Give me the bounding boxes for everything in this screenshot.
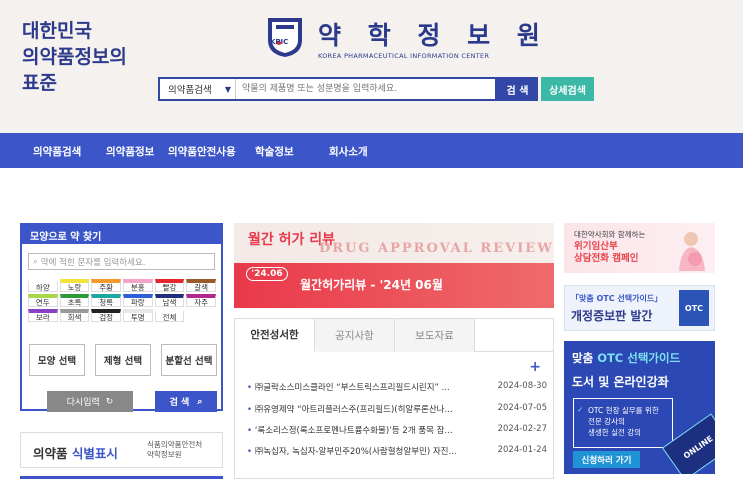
search-input[interactable] — [236, 79, 495, 99]
shape-search-panel: 모양으로 약 찾기 ⌕ 약에 적힌 문자를 입력하세요. 하양 노랑 주황 분홍 빨강 갈… — [20, 223, 223, 412]
shape-search-button[interactable]: 검 색 ⌕ — [155, 391, 217, 412]
search-icon: ⌕ — [33, 256, 38, 267]
list-item[interactable]: ㈜녹십자, 녹십자-알부민주20%(사람혈청알부민) 자진... 2024-01… — [247, 445, 547, 457]
shape-select-button[interactable]: 모양 선택 — [29, 344, 85, 376]
chevron-down-icon: ▼ — [224, 84, 231, 94]
header: 대한민국 의약품정보의 표준 KPIC 약 학 정 보 원 KOREA PHAR… — [0, 0, 743, 133]
list-item[interactable]: ‘록소리스정(록소프로펜나트륨수화물)’등 2개 품목 잠... 2024-02… — [247, 424, 547, 436]
review-date-badge: '24.06 — [246, 267, 288, 281]
color-option[interactable]: 자주 — [186, 294, 216, 307]
score-line-select-button[interactable]: 분할선 선택 — [161, 344, 217, 376]
otc-online-course-banner[interactable]: 맞춤 OTC 선택가이드 도서 및 온라인강좌 ✓ OTC 현장 실무를 위한 … — [564, 341, 715, 474]
color-option[interactable]: 분홍 — [122, 279, 153, 292]
review-ghost-text: DRUG APPROVAL REVIEW — [319, 241, 554, 256]
nav-academic[interactable]: 학술정보 — [255, 144, 294, 159]
color-option[interactable]: 연두 — [28, 294, 58, 307]
detail-search-button[interactable]: 상세검색 — [541, 77, 594, 101]
slogan: 대한민국 의약품정보의 표준 — [22, 20, 127, 94]
nav-drug-info[interactable]: 의약품정보 — [106, 144, 154, 159]
tab-press[interactable]: 보도자료 — [395, 319, 475, 352]
logo-subtitle: KOREA PHARMACEUTICAL INFORMATION CENTER — [318, 52, 490, 60]
color-option[interactable]: 파랑 — [122, 294, 153, 307]
search-bar: 의약품검색 ▼ — [158, 77, 497, 101]
color-option[interactable]: 회색 — [59, 309, 90, 322]
otc-guide-revision-banner[interactable]: 「맞춤 OTC 선택가이드」 개정증보판 발간 OTC — [564, 285, 715, 331]
color-option[interactable]: 청록 — [91, 294, 121, 307]
color-option[interactable]: 검정 — [91, 309, 121, 322]
news-tabs: 안전성서한 공지사항 보도자료 — [235, 319, 553, 352]
color-option[interactable]: 초록 — [59, 294, 90, 307]
imprint-input[interactable]: ⌕ 약에 적힌 문자를 입력하세요. — [28, 253, 215, 270]
color-option[interactable]: 하양 — [28, 279, 58, 292]
refresh-icon: ↻ — [105, 396, 114, 407]
search-icon: ⌕ — [197, 396, 203, 407]
logo-title[interactable]: 약 학 정 보 원 — [318, 16, 549, 52]
news-panel: 안전성서한 공지사항 보도자료 + ㈜글락소스미스클라인 “부스트릭스프리필드시… — [234, 318, 554, 479]
nav-company[interactable]: 회사소개 — [329, 144, 368, 159]
search-category-select[interactable]: 의약품검색 ▼ — [160, 79, 236, 99]
kpic-logo-icon[interactable] — [266, 16, 304, 58]
tab-notice[interactable]: 공지사항 — [315, 319, 395, 352]
main-nav: 의약품검색 의약품정보 의약품안전사용 학술정보 회사소개 — [0, 133, 743, 168]
tab-safety-letter[interactable]: 안전성서한 — [235, 319, 315, 352]
more-plus-icon[interactable]: + — [529, 359, 541, 375]
drug-identification-banner[interactable]: 의약품 식별표시 식품의약품안전처 약학정보원 — [20, 432, 223, 468]
apply-button[interactable]: 신청하러 가기 — [573, 451, 640, 468]
shape-search-title: 모양으로 약 찾기 — [22, 225, 221, 244]
form-select-button[interactable]: 제형 선택 — [95, 344, 151, 376]
nav-drug-safety[interactable]: 의약품안전사용 — [168, 144, 236, 159]
monthly-review-banner[interactable]: 월간 허가 리뷰 DRUG APPROVAL REVIEW '24.06 월간허… — [234, 223, 554, 308]
course-info-card: ✓ OTC 현장 실무를 위한 전문 강사의 생생한 실전 강의 — [573, 398, 673, 448]
reset-button[interactable]: 다시입력 ↻ — [47, 391, 133, 412]
nav-drug-search[interactable]: 의약품검색 — [33, 144, 81, 159]
mother-illustration-icon — [679, 232, 705, 271]
list-item[interactable]: ㈜유영제약 “아트리플러스주(프리필드)(히알루론산나... 2024-07-0… — [247, 403, 547, 415]
color-option[interactable]: 주황 — [91, 279, 121, 292]
logo-badge: KPIC — [270, 38, 289, 46]
color-option[interactable]: 남색 — [154, 294, 185, 307]
color-option[interactable]: 전체 — [154, 309, 185, 322]
check-icon: ✓ — [577, 405, 584, 414]
color-option[interactable]: 노랑 — [59, 279, 90, 292]
list-item[interactable]: ㈜글락소스미스클라인 “부스트릭스프리필드시린지” ... 2024-08-30 — [247, 381, 547, 393]
color-option[interactable]: 빨강 — [154, 279, 185, 292]
book-icon: OTC — [679, 290, 709, 326]
pregnancy-campaign-banner[interactable]: 대한약사회와 함께하는 위기임산부 상담전화 캠페인 — [564, 223, 715, 273]
color-option[interactable]: 갈색 — [186, 279, 216, 292]
search-button[interactable]: 검 색 — [497, 77, 538, 101]
color-option[interactable]: 보라 — [28, 309, 58, 322]
color-option[interactable]: 투명 — [122, 309, 153, 322]
review-issue: 월간허가리뷰 - '24년 06월 — [300, 278, 443, 292]
color-grid: 하양 노랑 주황 분홍 빨강 갈색연두 초록 청록 파랑 남색 자주보라 회색 검정 투명 전체 — [28, 279, 216, 322]
